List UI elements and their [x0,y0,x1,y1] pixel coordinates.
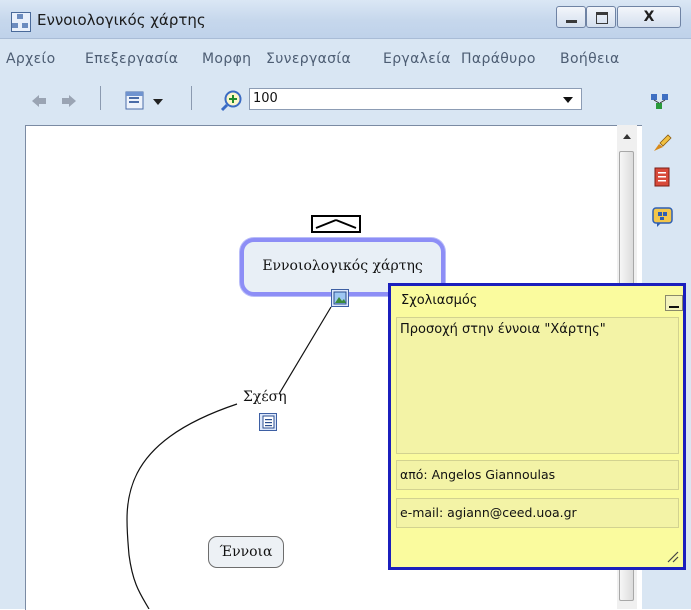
back-arrow-icon[interactable] [31,94,47,108]
resize-arrows-icon [315,219,357,229]
picture-icon [333,291,347,305]
maximize-button[interactable] [586,6,616,28]
menu-file[interactable]: Αρχείο [6,51,56,67]
menu-format[interactable]: Μορφη [202,51,251,67]
zoom-level-value: 100 [253,91,278,106]
note-text: Προσοχή στην έννοια "Χάρτης" [400,322,606,337]
view-menu-icon[interactable] [125,91,147,111]
note-title: Σχολιασμός [401,293,478,308]
annotation-icon[interactable] [652,206,674,228]
link-phrase-label[interactable]: Σχέση [243,389,287,405]
annotation-note[interactable]: Σχολιασμός Προσοχή στην έννοια "Χάρτης" … [388,283,686,570]
concept-map-app-icon [11,12,31,32]
menu-edit[interactable]: Επεξεργασία [85,51,178,67]
note-minimize-button[interactable] [665,295,683,311]
note-text-area[interactable]: Προσοχή στην έννοια "Χάρτης" [396,317,679,454]
menu-window[interactable]: Παράθυρο [461,51,536,67]
concept-node-label: Έννοια [219,544,273,560]
concept-node-main-label: Εννοιολογικός χάρτης [262,258,423,274]
menu-help[interactable]: Βοήθεια [560,51,620,67]
link-line[interactable] [278,306,332,395]
minimize-button[interactable] [556,6,586,28]
menu-collaboration[interactable]: Συνεργασία [266,51,351,67]
note-author-field: από: Angelos Giannoulas [396,460,679,490]
link-curve[interactable] [126,403,238,609]
close-icon: X [643,9,655,25]
window-title: Εννοιολογικός χάρτης [37,11,206,29]
resize-grip-icon[interactable] [665,549,679,563]
dropdown-arrow-icon [563,97,573,103]
menu-bar: Αρχείο Επεξεργασία Μορφη Συνεργασία Εργα… [0,47,691,71]
styles-brush-icon[interactable] [651,132,673,154]
scroll-up-arrow-icon[interactable] [617,125,637,149]
zoom-level-select[interactable]: 100 [249,88,582,110]
forward-arrow-icon[interactable] [61,94,77,108]
node-resize-handle[interactable] [311,215,361,233]
document-resource-icon[interactable] [259,413,277,431]
image-resource-icon[interactable] [331,289,349,307]
document-info-icon[interactable] [653,167,673,189]
title-bar[interactable]: Εννοιολογικός χάρτης X [0,0,691,39]
menu-tools[interactable]: Εργαλεία [383,51,451,67]
toolbar-separator [191,86,192,110]
collaboration-icon[interactable] [649,90,671,112]
cmap-window: Εννοιολογικός χάρτης X Αρχείο Επεξεργασί… [0,0,691,610]
zoom-in-icon[interactable] [220,90,244,112]
close-button[interactable]: X [617,6,681,28]
chevron-down-icon[interactable] [152,98,164,106]
text-document-icon [262,415,275,429]
note-author: από: Angelos Giannoulas [400,467,556,482]
note-email-field: e-mail: agiann@ceed.uoa.gr [396,498,679,528]
toolbar-separator [100,86,101,110]
note-email: e-mail: agiann@ceed.uoa.gr [400,505,577,520]
concept-node[interactable]: Έννοια [208,536,284,568]
